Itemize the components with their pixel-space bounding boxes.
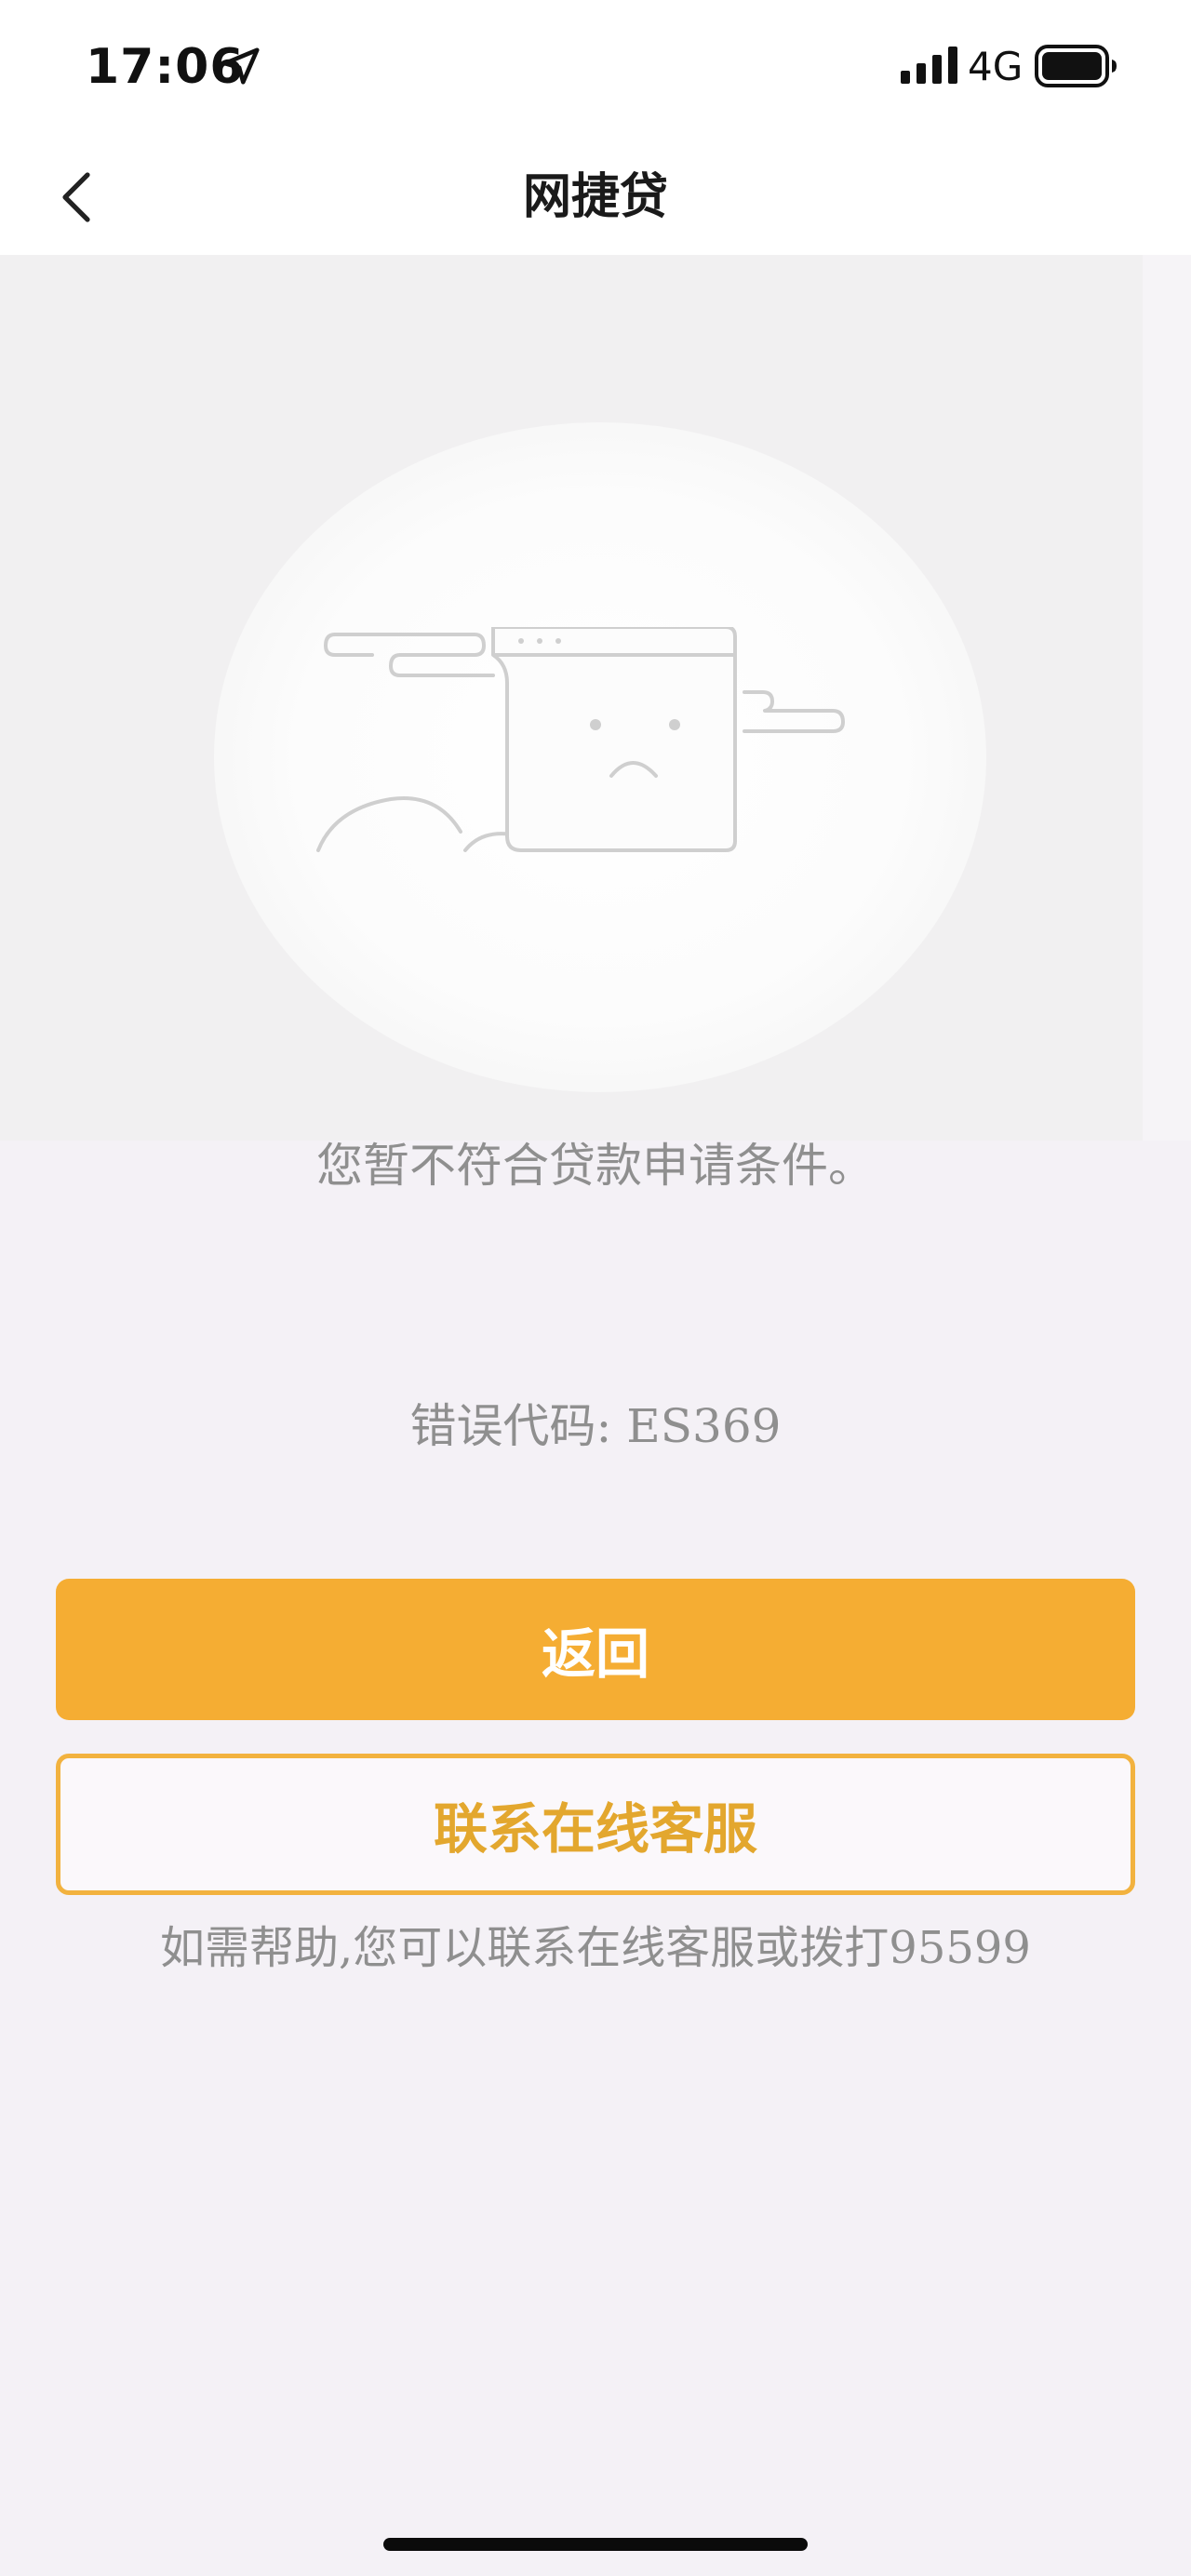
cellular-signal-icon <box>901 47 957 84</box>
location-arrow-icon <box>222 47 260 85</box>
illustration-panel <box>0 255 1143 1141</box>
contact-support-button[interactable]: 联系在线客服 <box>56 1754 1135 1895</box>
error-code-text: 错误代码: ES369 <box>409 1399 782 1453</box>
network-type: 4G <box>968 44 1024 89</box>
page-title: 网捷贷 <box>522 169 668 225</box>
nav-bar: 网捷贷 <box>0 140 1191 255</box>
sad-browser-window-icon <box>316 627 845 852</box>
help-text: 如需帮助,您可以联系在线客服或拨打95599 <box>160 1922 1031 1974</box>
back-return-button[interactable]: 返回 <box>56 1579 1135 1720</box>
status-bar: 17:06 4G <box>0 0 1191 140</box>
home-indicator <box>383 2538 808 2551</box>
ineligible-message: 您暂不符合贷款申请条件。 <box>316 1139 875 1193</box>
right-edge-strip <box>1143 255 1191 1141</box>
battery-icon <box>1035 45 1117 87</box>
